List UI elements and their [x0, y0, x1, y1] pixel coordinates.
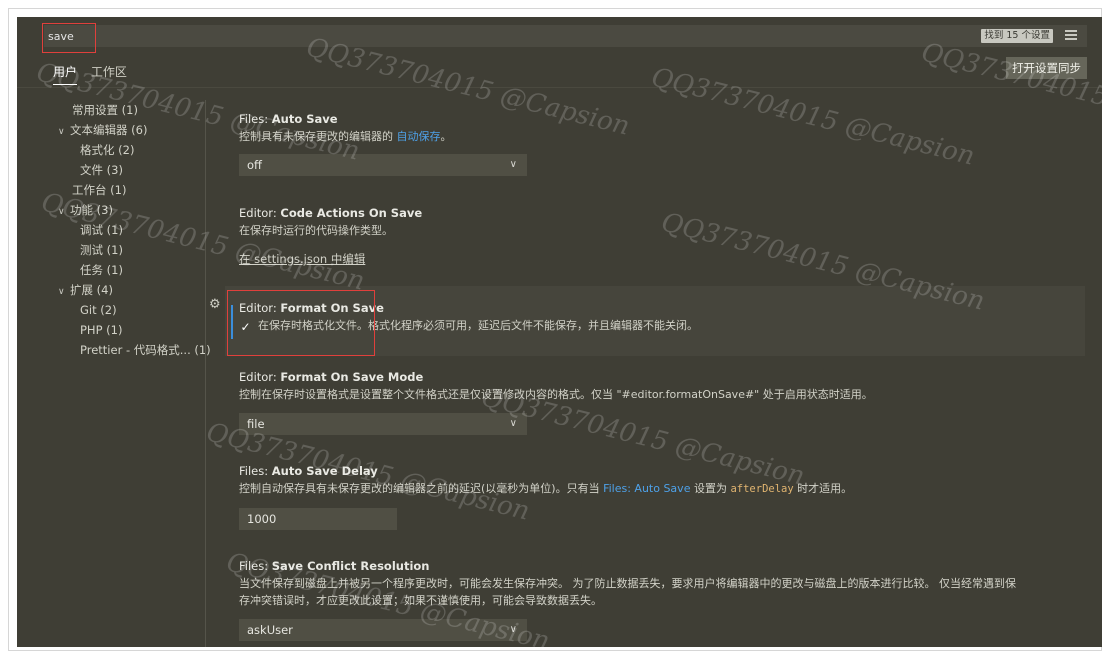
auto-save-link[interactable]: 自动保存 — [397, 130, 441, 143]
toc-item-workbench[interactable]: 工作台 (1) — [52, 180, 212, 200]
setting-name: Format On Save Mode — [280, 370, 424, 384]
header-divider — [17, 87, 1102, 88]
toc-item-label: 扩展 (4) — [70, 283, 113, 297]
toc-item-common[interactable]: 常用设置 (1) — [52, 100, 212, 120]
toc-item-label: Git (2) — [80, 303, 117, 317]
save-conflict-select[interactable]: askUser ∨ — [239, 619, 527, 641]
edit-in-settings-json: 在 settings.json 中编辑 — [239, 251, 365, 267]
scope-tabs: 用户 工作区 — [53, 63, 137, 87]
setting-format-on-save: Editor: Format On Save ✓ 在保存时格式化文件。格式化程序必… — [239, 301, 698, 334]
setting-description: 在保存时运行的代码操作类型。 — [239, 224, 393, 237]
chevron-down-icon[interactable]: ∨ — [58, 122, 70, 142]
toc-item-files[interactable]: 文件 (3) — [52, 160, 212, 180]
toc-item-label: 测试 (1) — [80, 243, 123, 257]
setting-title: Editor: Code Actions On Save — [239, 206, 422, 220]
setting-name: Auto Save Delay — [271, 464, 378, 478]
format-on-save-checkbox[interactable]: ✓ — [239, 321, 252, 334]
select-value: file — [247, 417, 265, 431]
setting-category: Files: — [239, 464, 272, 478]
setting-category: Editor: — [239, 301, 281, 315]
desc-text: 在保存时格式化文件。格式化程序必须可用，延迟后文件不能保存，并且编辑器不能关闭。 — [258, 319, 698, 332]
toc-item-features[interactable]: ∨ 功能 (3) — [52, 200, 212, 220]
setting-description: 控制在保存时设置格式是设置整个文件格式还是仅设置修改内容的格式。仅当 "#edi… — [239, 388, 873, 401]
chevron-down-icon[interactable]: ∨ — [58, 282, 70, 302]
watermark: QQ373704015 @Capsion — [918, 37, 1102, 146]
settings-editor: 找到 15 个设置 用户 工作区 打开设置同步 常用设置 (1) ∨文本编辑器 … — [17, 17, 1102, 647]
filter-icon[interactable] — [1065, 30, 1077, 40]
toc-item-label: PHP (1) — [80, 323, 123, 337]
setting-auto-save-delay: Files: Auto Save Delay 控制自动保存具有未保存更改的编辑器… — [239, 464, 852, 498]
tab-user[interactable]: 用户 — [53, 63, 78, 85]
toc-item-test[interactable]: 测试 (1) — [52, 240, 212, 260]
setting-save-conflict-resolution: Files: Save Conflict Resolution 当文件保存到磁盘… — [239, 559, 1079, 609]
after-delay-code: afterDelay — [730, 483, 794, 495]
setting-name: Auto Save — [271, 112, 338, 126]
setting-title: Editor: Format On Save — [239, 301, 698, 315]
setting-category: Editor: — [239, 370, 281, 384]
settings-search-bar: 找到 15 个设置 — [44, 25, 1087, 47]
toc-item-tasks[interactable]: 任务 (1) — [52, 260, 212, 280]
toc-item-label: 格式化 (2) — [80, 143, 135, 157]
setting-name: Save Conflict Resolution — [271, 559, 430, 573]
setting-format-on-save-mode: Editor: Format On Save Mode 控制在保存时设置格式是设… — [239, 370, 873, 403]
toc-item-text-editor[interactable]: ∨ 文本编辑器 (6) — [52, 120, 212, 140]
setting-category: Files: — [239, 559, 272, 573]
select-value: askUser — [247, 623, 293, 637]
auto-save-delay-input[interactable] — [239, 508, 397, 530]
setting-category: Files: — [239, 112, 272, 126]
setting-title: Files: Save Conflict Resolution — [239, 559, 1079, 573]
desc-line: 存冲突错误时，才应更改此设置；如果不谨慎使用，可能会导致数据丢失。 — [239, 594, 602, 607]
toc-item-php[interactable]: PHP (1) — [52, 320, 212, 340]
toc-item-label: Prettier - 代码格式... (1) — [80, 343, 211, 357]
toc-item-label: 常用设置 (1) — [72, 103, 138, 117]
toc-item-label: 功能 (3) — [70, 203, 113, 217]
toc-item-extensions[interactable]: ∨ 扩展 (4) — [52, 280, 212, 300]
files-auto-save-link[interactable]: Files: Auto Save — [603, 482, 690, 495]
setting-name: Code Actions On Save — [280, 206, 423, 220]
setting-category: Editor: — [239, 206, 281, 220]
setting-title: Files: Auto Save — [239, 112, 452, 126]
toc-item-label: 任务 (1) — [80, 263, 123, 277]
chevron-down-icon: ∨ — [509, 624, 517, 635]
setting-code-actions-on-save: Editor: Code Actions On Save 在保存时运行的代码操作… — [239, 206, 422, 239]
toc-item-label: 文件 (3) — [80, 163, 123, 177]
toc-item-prettier[interactable]: Prettier - 代码格式... (1) — [52, 340, 212, 360]
setting-name: Format On Save — [280, 301, 384, 315]
watermark: QQ373704015 @Capsion — [648, 62, 978, 172]
setting-description: 控制具有未保存更改的编辑器的 自动保存。 — [239, 128, 452, 145]
setting-description: ✓ 在保存时格式化文件。格式化程序必须可用，延迟后文件不能保存，并且编辑器不能关闭… — [239, 317, 698, 334]
chevron-down-icon[interactable]: ∨ — [58, 202, 70, 222]
edit-in-settings-json-link[interactable]: 在 settings.json 中编辑 — [239, 252, 365, 266]
chevron-down-icon: ∨ — [509, 159, 517, 170]
focus-indicator — [231, 305, 233, 339]
toc-item-label: 调试 (1) — [80, 223, 123, 237]
settings-sync-button[interactable]: 打开设置同步 — [1006, 57, 1087, 79]
tab-workspace[interactable]: 工作区 — [91, 63, 127, 84]
gear-icon[interactable]: ⚙ — [209, 297, 221, 312]
select-value: off — [247, 158, 262, 172]
chevron-down-icon: ∨ — [509, 418, 517, 429]
settings-toc-tree: 常用设置 (1) ∨ 文本编辑器 (6) 格式化 (2) 文件 (3) 工作台 (… — [52, 100, 212, 360]
format-on-save-mode-select[interactable]: file ∨ — [239, 413, 527, 435]
toc-item-debug[interactable]: 调试 (1) — [52, 220, 212, 240]
desc-text: 。 — [440, 130, 452, 143]
auto-save-select[interactable]: off ∨ — [239, 154, 527, 176]
setting-title: Editor: Format On Save Mode — [239, 370, 873, 384]
search-input[interactable] — [44, 25, 548, 47]
setting-description: 当文件保存到磁盘上并被另一个程序更改时，可能会发生保存冲突。 为了防止数据丢失，… — [239, 575, 1079, 609]
results-count-badge: 找到 15 个设置 — [981, 29, 1053, 43]
setting-files-auto-save: Files: Auto Save 控制具有未保存更改的编辑器的 自动保存。 — [239, 112, 452, 145]
desc-text: 控制具有未保存更改的编辑器的 — [239, 130, 397, 143]
desc-text: 控制自动保存具有未保存更改的编辑器之前的延迟(以毫秒为单位)。只有当 — [239, 482, 604, 495]
desc-text: 设置为 — [690, 482, 731, 495]
setting-description: 控制自动保存具有未保存更改的编辑器之前的延迟(以毫秒为单位)。只有当 Files… — [239, 480, 852, 498]
setting-title: Files: Auto Save Delay — [239, 464, 852, 478]
toc-item-label: 文本编辑器 (6) — [70, 123, 148, 137]
toc-item-label: 工作台 (1) — [72, 183, 127, 197]
toc-item-git[interactable]: Git (2) — [52, 300, 212, 320]
desc-line: 当文件保存到磁盘上并被另一个程序更改时，可能会发生保存冲突。 为了防止数据丢失，… — [239, 577, 1016, 590]
toc-item-formatting[interactable]: 格式化 (2) — [52, 140, 212, 160]
desc-text: 时才适用。 — [793, 482, 853, 495]
toc-divider — [205, 100, 206, 647]
